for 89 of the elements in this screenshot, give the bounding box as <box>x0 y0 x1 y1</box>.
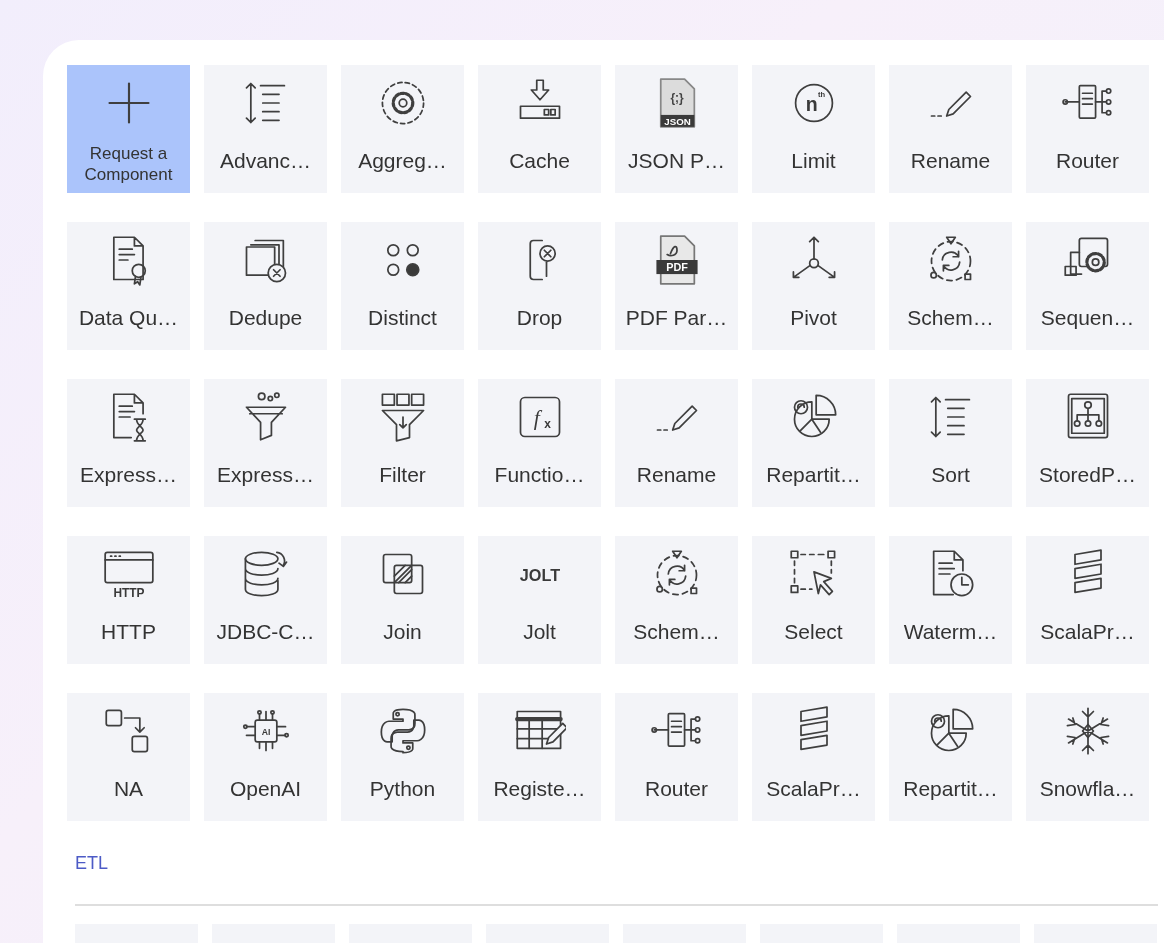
component-tile[interactable]: Waterm… <box>889 536 1012 664</box>
stacked-bars-icon <box>799 706 828 751</box>
component-tile[interactable]: HTTP HTTP <box>67 536 190 664</box>
component-tile[interactable]: Schem… <box>889 222 1012 350</box>
document-hourglass-icon <box>112 393 146 442</box>
icon-text: th <box>817 89 825 99</box>
icon-text: {;} <box>669 90 684 105</box>
component-tile[interactable]: Filter <box>341 379 464 507</box>
icon-text: PDF <box>665 261 688 274</box>
icon-text: JSON <box>663 115 691 127</box>
json-file-icon <box>659 78 695 128</box>
browser-window-icon <box>103 551 154 584</box>
dashed-selection-cursor-icon <box>789 550 835 596</box>
pie-chart-icon <box>793 394 837 438</box>
plus-icon <box>107 82 150 124</box>
funnel-icon <box>245 392 286 441</box>
icon-text: f <box>533 405 540 430</box>
function-box-icon <box>519 396 560 438</box>
circle-icon <box>794 83 833 123</box>
icon-text: JOLT <box>519 565 560 584</box>
component-tile[interactable]: Aggreg… <box>341 65 464 193</box>
component-tile[interactable]: PDF PDF Par… <box>615 222 738 350</box>
sort-lines-icon <box>245 82 285 124</box>
component-tile[interactable]: Cache <box>478 65 601 193</box>
database-arrow-icon <box>244 551 287 597</box>
component-tile[interactable]: AI OpenAI <box>204 693 327 821</box>
component-tile[interactable]: JOLT Jolt <box>478 536 601 664</box>
dashed-cycle-icon <box>655 550 697 596</box>
component-tile[interactable]: Drop <box>478 222 601 350</box>
icon-text: AI <box>261 727 270 738</box>
component-tile[interactable]: {;} JSON JSON P… <box>615 65 738 193</box>
dashed-cycle-icon <box>929 236 971 282</box>
component-tile[interactable]: ScalaPr… <box>752 693 875 821</box>
component-tile[interactable]: Data Qu… <box>67 222 190 350</box>
component-tile[interactable]: Snowfla… <box>1026 693 1149 821</box>
component-tile[interactable]: Advanc… <box>204 65 327 193</box>
download-tray-icon <box>519 79 560 120</box>
component-tile[interactable]: Rename <box>615 379 738 507</box>
component-tile[interactable]: Python <box>341 693 464 821</box>
component-tile[interactable]: Express… <box>67 379 190 507</box>
component-tile[interactable]: Dedupe <box>204 222 327 350</box>
icon-text: HTTP <box>112 585 145 600</box>
pie-chart-icon <box>930 708 974 752</box>
component-tile[interactable]: Distinct <box>341 222 464 350</box>
table-pencil-icon <box>514 710 566 750</box>
document-clock-icon <box>932 550 974 597</box>
dashed-gear-icon <box>381 81 424 125</box>
component-tile[interactable]: NA <box>67 693 190 821</box>
sort-lines-icon <box>930 396 970 438</box>
stacked-squares-x-icon <box>245 239 286 283</box>
component-tile[interactable]: Registe… <box>478 693 601 821</box>
three-arrows-icon <box>792 236 835 279</box>
squares-arrow-icon <box>104 709 148 753</box>
pencil-icon <box>656 405 697 431</box>
stacked-bars-icon <box>1073 549 1102 594</box>
component-tile[interactable]: Rename <box>889 65 1012 193</box>
component-tile[interactable]: Pivot <box>752 222 875 350</box>
component-tile[interactable]: Sequen… <box>1026 222 1149 350</box>
snowflake-icon <box>1066 707 1109 755</box>
section-title: ETL <box>75 853 108 874</box>
request-component-button[interactable]: Request a Component <box>67 65 190 193</box>
component-tile[interactable]: f x Functio… <box>478 379 601 507</box>
component-tile[interactable]: Sort <box>889 379 1012 507</box>
component-tile[interactable]: Join <box>341 536 464 664</box>
component-tile[interactable]: Router <box>615 693 738 821</box>
pdf-file-icon <box>655 235 698 285</box>
component-tile[interactable]: Schem… <box>615 536 738 664</box>
gear-flow-icon <box>1063 237 1108 277</box>
pencil-icon <box>930 91 971 117</box>
component-tile[interactable]: JDBC-C… <box>204 536 327 664</box>
phone-x-icon <box>528 239 556 281</box>
component-tile[interactable]: Repartit… <box>889 693 1012 821</box>
component-tile[interactable]: Router <box>1026 65 1149 193</box>
component-tile[interactable]: StoredP… <box>1026 379 1149 507</box>
component-tile[interactable]: ScalaPr… <box>1026 536 1149 664</box>
component-tile[interactable]: Express… <box>204 379 327 507</box>
document-branches-icon <box>650 712 701 748</box>
certificate-document-icon <box>112 236 146 286</box>
document-branches-icon <box>1061 84 1112 120</box>
board-tree-icon <box>1067 393 1108 439</box>
component-tile[interactable]: Select <box>752 536 875 664</box>
component-tile[interactable]: Repartit… <box>752 379 875 507</box>
filter-grid-icon <box>381 393 424 442</box>
dots-grid-icon <box>386 243 420 277</box>
chip-icon <box>242 710 289 752</box>
overlapping-squares-icon <box>382 553 423 595</box>
icon-text: x <box>543 416 551 431</box>
python-logo-icon <box>379 708 426 754</box>
icon-text: n <box>805 92 818 115</box>
